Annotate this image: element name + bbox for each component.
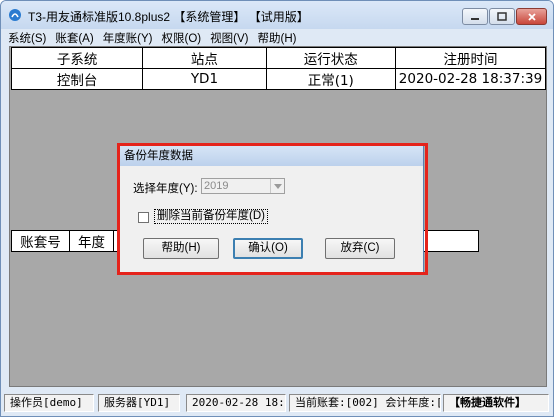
confirm-button[interactable]: 确认(O)	[233, 238, 303, 259]
menu-bar: 系统(S) 账套(A) 年度账(Y) 权限(O) 视图(V) 帮助(H)	[1, 29, 553, 46]
column-header-subsystem: 子系统	[10, 47, 144, 69]
minimize-button[interactable]	[462, 8, 488, 25]
status-datetime: 2020-02-28 18:40	[186, 394, 286, 412]
title-bar[interactable]: T3-用友通标准版10.8plus2 【系统管理】 【试用版】	[1, 1, 553, 29]
window-title: T3-用友通标准版10.8plus2 【系统管理】 【试用版】	[28, 10, 309, 24]
table-header-row: 子系统 站点 运行状态 注册时间	[10, 47, 547, 69]
cell-site: YD1	[142, 68, 267, 90]
minimize-icon	[471, 17, 479, 20]
table-row[interactable]: 控制台 YD1 正常(1) 2020-02-28 18:37:39	[10, 68, 547, 90]
app-logo-icon	[8, 8, 22, 22]
cancel-button[interactable]: 放弃(C)	[325, 238, 395, 259]
menu-account-set[interactable]: 账套(A)	[55, 30, 93, 46]
status-server: 服务器[YD1]	[98, 394, 180, 412]
cell-subsystem: 控制台	[10, 68, 144, 90]
menu-help[interactable]: 帮助(H)	[257, 30, 296, 46]
column-header-account-no: 账套号	[11, 230, 70, 252]
column-header-year: 年度	[69, 230, 114, 252]
menu-view[interactable]: 视图(V)	[210, 30, 248, 46]
subsystem-table: 子系统 站点 运行状态 注册时间 控制台 YD1 正常(1) 2020-02-2…	[10, 47, 547, 90]
status-operator: 操作员[demo]	[4, 394, 94, 412]
maximize-button[interactable]	[489, 8, 515, 25]
close-button[interactable]	[516, 8, 547, 25]
status-brand: 【畅捷通软件】	[443, 394, 549, 412]
column-header-site: 站点	[142, 47, 267, 69]
chevron-down-icon[interactable]	[270, 179, 284, 193]
menu-permission[interactable]: 权限(O)	[162, 30, 202, 46]
year-label: 选择年度(Y):	[133, 183, 198, 195]
cell-register-time: 2020-02-28 18:37:39	[394, 68, 547, 90]
delete-backup-checkbox[interactable]	[138, 212, 149, 223]
cell-status: 正常(1)	[265, 68, 396, 90]
backup-year-dialog: 备份年度数据 选择年度(Y): 2019 删除当前备份年度(D) 帮助(H) 确…	[117, 145, 424, 273]
column-header-register-time: 注册时间	[394, 47, 547, 69]
year-select[interactable]: 2019	[201, 178, 285, 194]
help-button[interactable]: 帮助(H)	[143, 238, 219, 259]
column-header-status: 运行状态	[265, 47, 396, 69]
status-account: 当前账套:[002] 会计年度:[2	[289, 394, 441, 412]
menu-year-account[interactable]: 年度账(Y)	[103, 30, 153, 46]
close-icon	[527, 12, 536, 21]
status-bar: 操作员[demo] 服务器[YD1] 2020-02-28 18:40 当前账套…	[1, 389, 553, 416]
dialog-title[interactable]: 备份年度数据	[118, 146, 423, 166]
maximize-icon	[497, 11, 507, 21]
delete-backup-label[interactable]: 删除当前备份年度(D)	[154, 209, 268, 224]
menu-system[interactable]: 系统(S)	[8, 30, 46, 46]
year-select-value: 2019	[204, 180, 229, 192]
